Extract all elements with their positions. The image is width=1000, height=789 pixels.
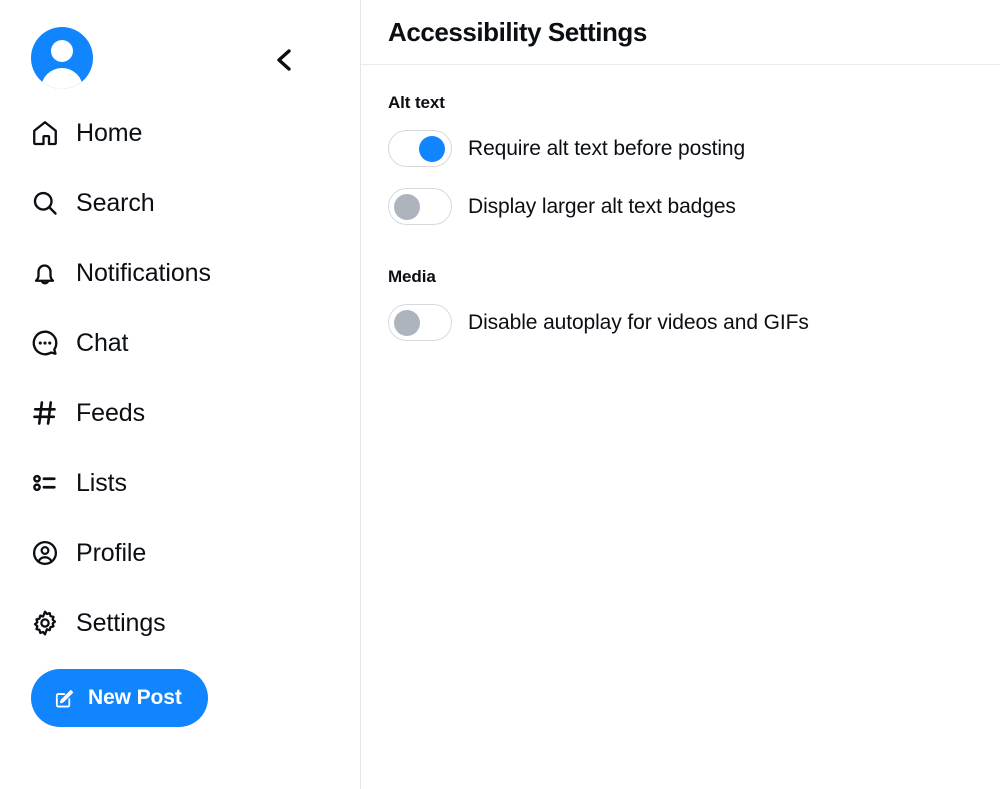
person-circle-icon xyxy=(28,536,62,570)
home-icon xyxy=(28,116,62,150)
list-icon xyxy=(28,466,62,500)
chat-bubble-icon xyxy=(28,326,62,360)
app-root: Home Search Notifications Chat Feeds Lis… xyxy=(0,0,1000,789)
sidebar-item-home[interactable]: Home xyxy=(0,98,360,168)
sidebar-item-chat[interactable]: Chat xyxy=(0,308,360,378)
new-post-container: New Post xyxy=(0,658,360,727)
sidebar-item-label: Chat xyxy=(76,328,129,357)
section-heading: Alt text xyxy=(388,93,445,112)
sidebar-nav: Home Search Notifications Chat Feeds Lis… xyxy=(0,98,360,658)
sidebar-item-label: Profile xyxy=(76,538,147,567)
sidebar-item-label: Search xyxy=(76,188,155,217)
hashtag-icon xyxy=(28,396,62,430)
toggle-larger-alt-badges[interactable] xyxy=(388,188,452,225)
collapse-sidebar-button[interactable] xyxy=(269,45,299,75)
chevron-left-icon xyxy=(277,49,291,71)
gear-icon xyxy=(28,606,62,640)
user-avatar[interactable] xyxy=(31,27,93,89)
sidebar-item-label: Notifications xyxy=(76,258,211,287)
bell-icon xyxy=(28,256,62,290)
sidebar-item-profile[interactable]: Profile xyxy=(0,518,360,588)
sidebar: Home Search Notifications Chat Feeds Lis… xyxy=(0,0,361,789)
sidebar-item-label: Settings xyxy=(76,608,166,637)
new-post-button[interactable]: New Post xyxy=(31,669,208,727)
toggle-knob xyxy=(394,194,420,220)
avatar-head xyxy=(51,40,73,62)
toggle-row-larger-alt-badges[interactable]: Display larger alt text badges xyxy=(388,188,736,225)
sidebar-header xyxy=(0,0,360,95)
section-heading: Media xyxy=(388,267,436,286)
sidebar-item-notifications[interactable]: Notifications xyxy=(0,238,360,308)
sidebar-item-settings[interactable]: Settings xyxy=(0,588,360,658)
main-panel: Accessibility Settings Alt text Require … xyxy=(361,0,1000,789)
toggle-require-alt-text[interactable] xyxy=(388,130,452,167)
sidebar-item-feeds[interactable]: Feeds xyxy=(0,378,360,448)
sidebar-item-label: Lists xyxy=(76,468,127,497)
toggle-label: Disable autoplay for videos and GIFs xyxy=(468,311,809,334)
search-icon xyxy=(28,186,62,220)
section-alt-text: Alt text Require alt text before posting… xyxy=(361,65,1000,225)
avatar-body xyxy=(41,68,83,89)
toggle-label: Display larger alt text badges xyxy=(468,195,736,218)
compose-icon xyxy=(53,687,76,710)
toggle-row-require-alt-text[interactable]: Require alt text before posting xyxy=(388,130,745,167)
sidebar-item-lists[interactable]: Lists xyxy=(0,448,360,518)
toggle-row-disable-autoplay[interactable]: Disable autoplay for videos and GIFs xyxy=(388,304,809,341)
section-media: Media Disable autoplay for videos and GI… xyxy=(361,225,1000,341)
main-header: Accessibility Settings xyxy=(361,0,1000,65)
sidebar-item-label: Feeds xyxy=(76,398,145,427)
toggle-knob xyxy=(419,136,445,162)
toggle-disable-autoplay[interactable] xyxy=(388,304,452,341)
toggle-label: Require alt text before posting xyxy=(468,137,746,160)
toggle-knob xyxy=(394,310,420,336)
sidebar-item-label: Home xyxy=(76,118,143,147)
sidebar-item-search[interactable]: Search xyxy=(0,168,360,238)
page-title: Accessibility Settings xyxy=(388,16,647,47)
new-post-label: New Post xyxy=(88,686,182,709)
